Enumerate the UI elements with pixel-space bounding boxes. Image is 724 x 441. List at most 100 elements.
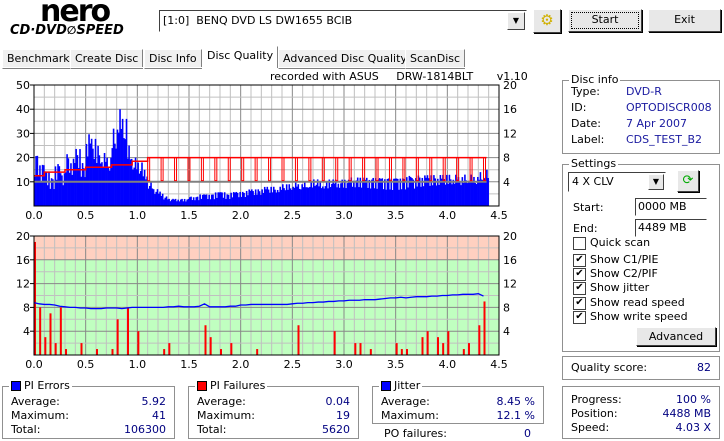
quality-score-label: Quality score: [571,361,648,374]
y-tick-label: 8 [23,301,30,314]
start-button[interactable]: Start [568,9,642,32]
refresh-button[interactable]: ⟳ [677,170,699,192]
y2-tick-label: 16 [503,254,517,267]
x-tick-label: 4.5 [490,358,508,371]
y2-tick-label: 4 [503,325,510,338]
x-tick-label: 0.0 [25,358,43,371]
pif-bar [127,307,129,355]
disc-info-group: Disc info Type: DVD-R ID: OPTODISCR008 Dat… [562,73,720,154]
y2-tick-label: 12 [503,127,517,140]
avg-label: Average: [197,395,246,408]
checkbox-show-read-speed[interactable]: ✔ [573,297,586,310]
pif-bar [333,331,336,355]
pif-bar [168,343,171,355]
speed-select[interactable]: 4 X CLV ▼ [568,172,666,192]
progress-group: Progress: 100 % Position: 4488 MB Speed: 4.… [562,386,720,439]
x-tick-label: 4.0 [439,358,457,371]
position-value: 4488 MB [662,407,711,420]
x-tick-label: 4.5 [490,209,508,222]
y-tick-label: 40 [16,103,30,116]
exit-label: Exit [674,13,695,26]
y2-tick-label: 12 [503,278,517,291]
checkbox-label: Show write speed [590,310,688,323]
date-label: Date: [571,117,601,130]
x-tick-label: 0.0 [25,209,43,222]
checkbox-show-write-speed[interactable]: ✔ [573,311,586,324]
end-input[interactable]: 4489 MB [635,219,707,237]
y2-tick-label: 4 [503,176,510,189]
settings-group: Settings 4 X CLV ▼ ⟳ Start: 0000 MB End:… [562,157,720,352]
pif-bar [462,349,465,355]
start-input[interactable]: 0000 MB [635,198,707,216]
po-failures-value: 0 [524,427,531,440]
pif-bar [59,307,62,355]
y-tick-label: 20 [16,152,30,165]
jitter-title: Jitter [394,379,421,392]
pi-failures-legend-icon [197,381,207,391]
x-tick-label: 3.5 [387,358,405,371]
progress-label: Progress: [571,393,622,406]
type-label: Type: [571,85,600,98]
pif-bar [406,349,408,355]
jitter-average: 8.45 % [496,395,535,408]
pif-bar [400,349,403,355]
max-label: Maximum: [11,409,69,422]
pi-errors-total: 106300 [124,423,166,436]
charts: 10 20 30 40 50 4 8 12 16 20 0.0 0.5 1.0 1.5 2.0 2.5 3.0 3… [16,79,517,371]
pif-bar [297,325,300,355]
pif-bar [468,343,470,355]
pif-bar [442,343,445,355]
chevron-down-icon[interactable]: ▼ [648,174,664,190]
tab-disc-quality[interactable]: Disc Quality [202,46,279,68]
speed-value: 4 X CLV [572,175,614,188]
advanced-button[interactable]: Advanced [636,327,716,346]
y-tick-label: 12 [16,278,30,291]
speed-value: 4.03 X [675,421,711,434]
y-tick-label: 50 [16,79,30,92]
max-label: Maximum: [197,409,255,422]
pif-bar [96,349,98,355]
y-tick-label: 20 [16,230,30,243]
pif-bar [163,349,166,355]
x-tick-label: 2.0 [232,358,250,371]
jitter-group: Jitter Average: 8.45 % Maximum: 12.1 % [372,379,544,424]
pif-bar [80,343,83,355]
pif-bar [426,331,429,355]
quality-score-group: Quality score: 82 [562,356,720,380]
pie-bar [487,177,489,206]
pi-errors-legend-icon [11,381,21,391]
pif-bar [54,343,57,355]
pif-bar [478,325,481,355]
checkbox-show-c2-pif[interactable]: ✔ [573,268,586,281]
pif-bar [220,349,222,355]
pi-failures-average: 0.04 [325,395,351,408]
pi-failures-title: PI Failures [210,379,266,392]
pif-bar [49,313,52,355]
pi-failures-group: PI Failures Average: 0.04 Maximum: 19 Tota… [188,379,359,439]
pif-bar [483,301,486,355]
y2-tick-label: 8 [503,301,510,314]
checkbox-quick-scan[interactable] [573,237,586,250]
end-label: End: [573,222,598,235]
total-label: Total: [197,423,227,436]
progress-value: 100 % [676,393,711,406]
x-tick-label: 3.0 [335,209,353,222]
checkbox-show-jitter[interactable]: ✔ [573,282,586,295]
pif-bar [111,349,114,355]
pi-errors-title: PI Errors [24,379,70,392]
checkbox-show-c1-pie[interactable]: ✔ [573,254,586,267]
label-label: Label: [571,133,605,146]
x-tick-label: 2.5 [284,209,302,222]
max-label: Maximum: [381,409,439,422]
checkbox-label: Show jitter [590,281,650,294]
pif-bar [230,343,233,355]
exit-button[interactable]: Exit [648,9,721,32]
disc-label: CDS_TEST_B2 [626,133,703,146]
x-tick-label: 1.5 [180,358,198,371]
y2-tick-label: 20 [503,79,517,92]
y2-tick-label: 8 [503,152,510,165]
pif-bar [395,343,398,355]
checkbox-label: Quick scan [590,236,651,249]
disc-date: 7 Apr 2007 [626,117,688,130]
y2-tick-label: 16 [503,103,517,116]
